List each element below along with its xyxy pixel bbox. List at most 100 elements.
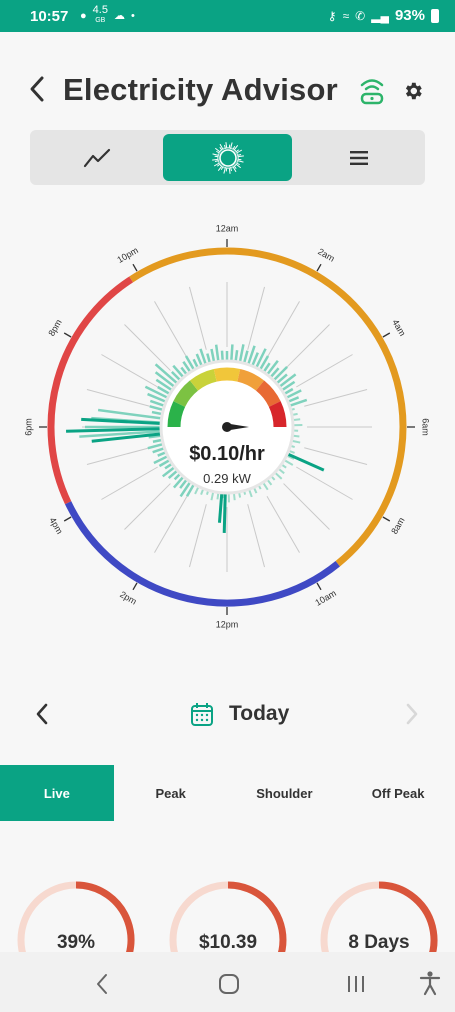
- view-toggle: [30, 130, 425, 185]
- cost-gauge: $10.39: [168, 880, 288, 999]
- hour-label: 6pm: [23, 418, 33, 436]
- hour-label: 10pm: [115, 245, 139, 265]
- spoke-line: [247, 504, 266, 568]
- list-svg: [349, 150, 368, 165]
- hour-tick: [382, 516, 391, 522]
- system-back-icon[interactable]: [95, 973, 109, 995]
- hour-label: 2pm: [118, 589, 138, 606]
- price-rate: $0.10/hr: [189, 443, 265, 465]
- usage-bar: [195, 353, 203, 367]
- usage-bar: [230, 344, 234, 362]
- hour-tick: [63, 516, 72, 522]
- usage-bar: [286, 452, 325, 472]
- hour-tick: [316, 582, 322, 591]
- spoke-line: [266, 301, 300, 358]
- sun-ray: [225, 166, 227, 171]
- previous-day-icon[interactable]: [35, 703, 49, 725]
- sun-ray: [214, 155, 219, 157]
- sun-ray: [236, 160, 238, 163]
- meter-arc-segment: [213, 367, 241, 382]
- sun-ray: [224, 141, 227, 149]
- hour-tick: [132, 263, 138, 272]
- hour-tick: [382, 332, 391, 338]
- sun-ray: [211, 158, 219, 161]
- sun-ray: [217, 160, 219, 163]
- back-icon[interactable]: [28, 74, 48, 104]
- sun-ray: [219, 163, 222, 166]
- recent-apps-icon[interactable]: [345, 973, 367, 995]
- chart-line-svg: [83, 148, 110, 167]
- hour-label: 10am: [313, 588, 337, 608]
- data-speed-value: 4.5: [92, 4, 108, 16]
- list-icon[interactable]: [292, 130, 425, 185]
- sun-ray: [236, 153, 241, 156]
- tab-live[interactable]: Live: [0, 765, 114, 821]
- status-right-icons: ⚷ ≈ ✆ ▂▄ 93%: [328, 7, 439, 24]
- spoke-line: [101, 354, 158, 388]
- battery-percent: 93%: [394, 7, 425, 24]
- sun-ray: [230, 166, 233, 168]
- tab-off-peak[interactable]: Off Peak: [341, 765, 455, 821]
- usage-bar: [147, 442, 164, 450]
- hour-tick: [63, 332, 72, 338]
- hour-label: 12am: [216, 223, 239, 233]
- calendar-icon[interactable]: [190, 701, 214, 727]
- usage-bar: [97, 408, 162, 420]
- spoke-line: [296, 466, 353, 500]
- sun-dial-icon[interactable]: [163, 134, 292, 181]
- steps-icon: ●: [80, 9, 87, 22]
- hour-label: 2am: [316, 246, 336, 263]
- usage-bar: [81, 417, 162, 426]
- spoke-line: [188, 504, 207, 568]
- status-bar: 10:57 ● 4.5 GB ☁ • ⚷ ≈ ✆ ▂▄ 93%: [0, 0, 455, 32]
- spoke-line: [266, 496, 300, 553]
- sun-ray: [229, 166, 232, 171]
- status-time: 10:57: [30, 8, 69, 25]
- spoke-line: [101, 466, 158, 500]
- tab-peak[interactable]: Peak: [114, 765, 228, 821]
- home-icon[interactable]: [218, 973, 240, 995]
- hour-label: 6am: [421, 418, 431, 436]
- usage-bar: [238, 344, 245, 363]
- meter-pivot: [222, 422, 232, 432]
- summary-gauges: 39% $10.39 8 Days: [0, 880, 455, 999]
- chart-line-icon[interactable]: [30, 130, 163, 185]
- usage-bar: [151, 410, 163, 416]
- sun-ray: [228, 166, 231, 174]
- selected-day: Today: [229, 702, 290, 725]
- spoke-line: [86, 447, 150, 466]
- spoke-line: [154, 301, 188, 358]
- spoke-line: [283, 324, 330, 371]
- usage-bar: [242, 350, 249, 364]
- sun-ray: [233, 149, 236, 152]
- usage-bar: [234, 349, 239, 362]
- spoke-line: [304, 447, 368, 466]
- spoke-line: [124, 483, 171, 530]
- call-icon: ✆: [355, 8, 366, 23]
- sun-ray: [223, 144, 226, 149]
- tab-shoulder[interactable]: Shoulder: [228, 765, 342, 821]
- data-speed: 4.5 GB: [92, 4, 108, 25]
- cloud-icon: ☁: [113, 10, 125, 22]
- sun-ray: [230, 147, 233, 149]
- sun-ray: [228, 144, 230, 149]
- sun-ray: [219, 149, 222, 152]
- settings-gear-icon[interactable]: [402, 80, 424, 102]
- sun-ray: [214, 159, 219, 162]
- day-navigation: Today: [0, 695, 455, 735]
- usage-bar: [217, 492, 224, 523]
- sun-core: [218, 148, 237, 167]
- usage-bar: [152, 447, 165, 454]
- sun-ray: [236, 154, 244, 157]
- app-header: Electricity Advisor: [0, 60, 455, 120]
- power-reading: 0.29 kW: [203, 471, 251, 486]
- meter-arc-segment: [268, 401, 287, 428]
- battery-icon: [431, 8, 439, 23]
- wifi-device-icon[interactable]: [358, 76, 386, 106]
- sun-ray: [236, 158, 241, 160]
- data-speed-unit: GB: [95, 17, 106, 24]
- status-left-icons: ● 4.5 GB ☁ •: [80, 4, 135, 25]
- next-day-icon[interactable]: [405, 703, 419, 725]
- usage-bar: [220, 350, 224, 362]
- accessibility-icon[interactable]: [418, 970, 442, 996]
